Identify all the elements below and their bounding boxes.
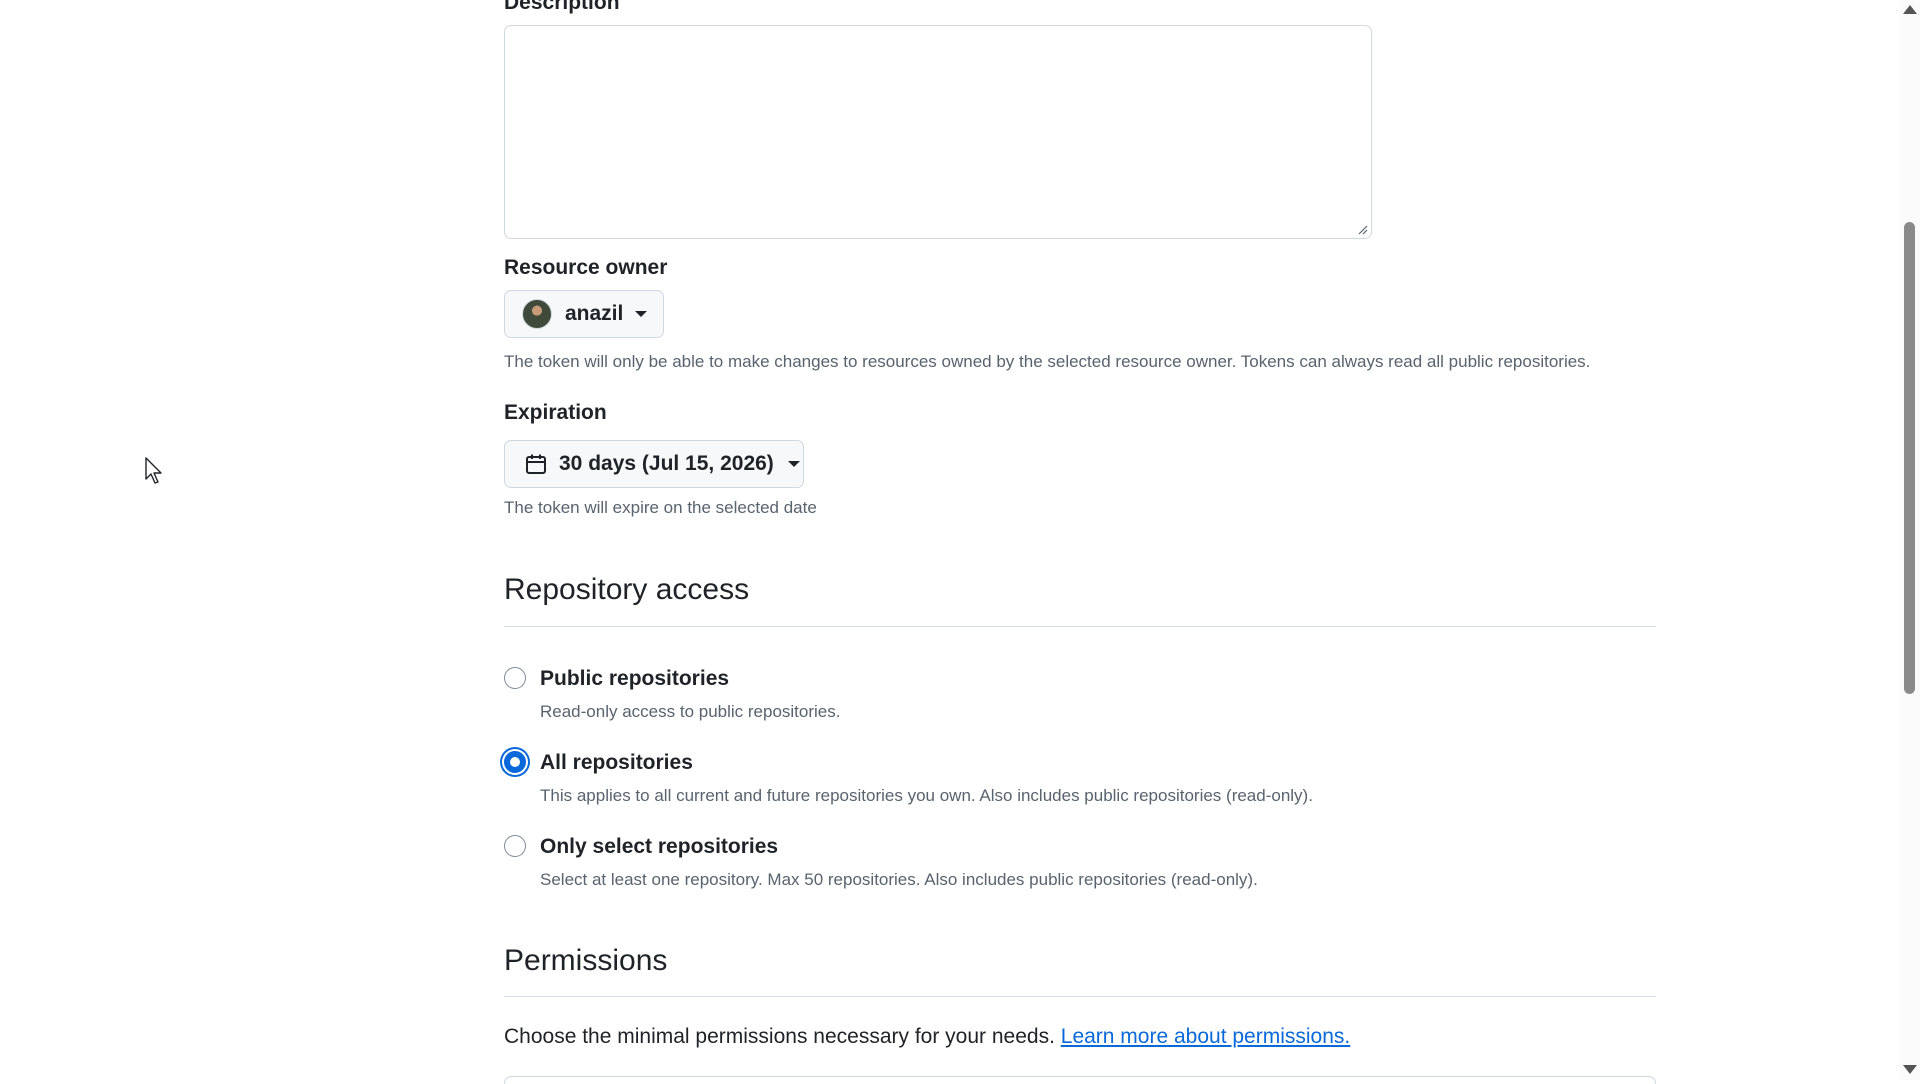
scroll-up-arrow-icon[interactable] xyxy=(1903,5,1917,14)
radio-only-select-repositories[interactable] xyxy=(504,835,526,857)
owner-avatar xyxy=(522,299,552,329)
triangle-down-icon xyxy=(787,461,800,467)
radio-all-repositories[interactable] xyxy=(504,751,526,773)
permissions-heading: Permissions xyxy=(504,944,668,977)
repository-access-heading: Repository access xyxy=(504,573,750,606)
description-label: Description xyxy=(504,0,620,14)
section-divider xyxy=(504,996,1656,997)
permissions-box-edge xyxy=(504,1076,1656,1084)
expiration-note: The token will expire on the selected da… xyxy=(504,498,817,517)
learn-more-permissions-link[interactable]: Learn more about permissions. xyxy=(1061,1025,1350,1048)
section-divider xyxy=(504,626,1656,627)
triangle-down-icon xyxy=(635,311,648,317)
option-desc-public: Read-only access to public repositories. xyxy=(540,702,841,721)
option-desc-select: Select at least one repository. Max 50 r… xyxy=(540,870,1258,889)
option-title-select[interactable]: Only select repositories xyxy=(540,835,778,859)
option-desc-all: This applies to all current and future r… xyxy=(540,786,1313,805)
description-textarea[interactable] xyxy=(504,25,1372,239)
mouse-pointer-icon xyxy=(145,457,162,484)
permissions-intro: Choose the minimal permissions necessary… xyxy=(504,1025,1055,1048)
resource-owner-select[interactable]: anazil xyxy=(504,290,664,338)
expiration-label: Expiration xyxy=(504,401,607,424)
expiration-select[interactable]: 30 days (Jul 15, 2026) xyxy=(504,440,804,488)
option-title-public[interactable]: Public repositories xyxy=(540,667,729,691)
calendar-icon xyxy=(526,454,546,474)
resize-grip-icon[interactable] xyxy=(1358,225,1368,235)
expiration-value: 30 days (Jul 15, 2026) xyxy=(559,452,774,475)
option-title-all[interactable]: All repositories xyxy=(540,751,693,775)
resource-owner-label: Resource owner xyxy=(504,256,668,279)
resource-owner-value: anazil xyxy=(565,302,624,325)
radio-public-repositories[interactable] xyxy=(504,667,526,689)
scrollbar-thumb[interactable] xyxy=(1904,222,1915,694)
resource-owner-note: The token will only be able to make chan… xyxy=(504,352,1591,371)
scroll-down-arrow-icon[interactable] xyxy=(1903,1065,1917,1074)
permissions-intro-line: Choose the minimal permissions necessary… xyxy=(504,1025,1350,1049)
